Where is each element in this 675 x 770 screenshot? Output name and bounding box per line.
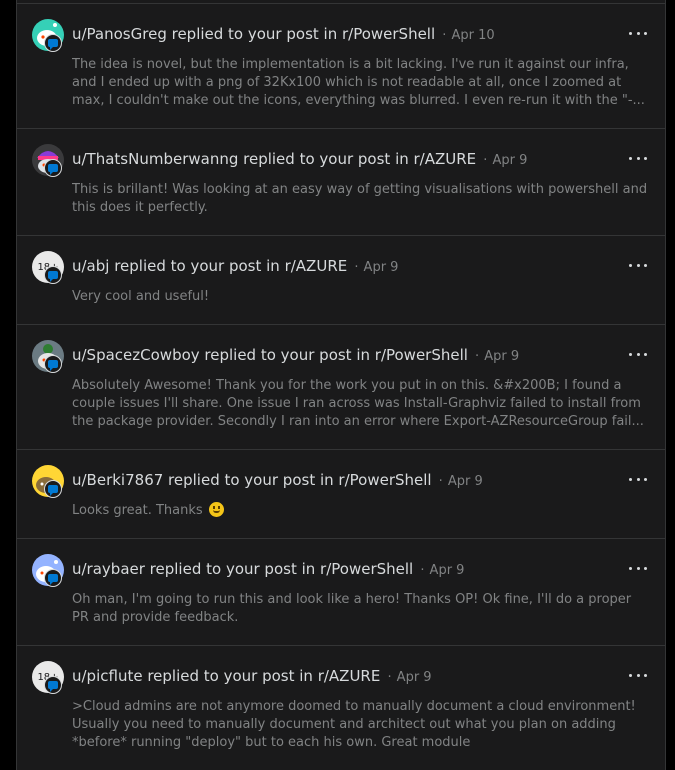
avatar[interactable]: 18+ (32, 661, 66, 695)
notification-body-text: Looks great. Thanks (72, 503, 203, 518)
separator-dot: · (442, 28, 447, 43)
notifications-panel: u/PanosGreg replied to your post in r/Po… (16, 0, 666, 770)
more-options-icon[interactable] (629, 561, 647, 575)
avatar[interactable] (32, 554, 66, 588)
notification-body[interactable]: >Cloud admins are not anymore doomed to … (72, 698, 652, 752)
notification-header: u/picflute replied to your post in r/AZU… (72, 666, 432, 685)
chat-reply-icon (44, 34, 62, 52)
notification-item[interactable]: u/Berki7867 replied to your post in r/Po… (17, 450, 665, 539)
notification-date: Apr 9 (396, 670, 432, 685)
notification-header: u/PanosGreg replied to your post in r/Po… (72, 24, 495, 43)
notification-title[interactable]: u/abj replied to your post in r/AZURE (72, 257, 347, 275)
slightly-smiling-face-icon (208, 502, 224, 517)
separator-dot: · (387, 670, 392, 685)
notification-body[interactable]: This is brillant! Was looking at an easy… (72, 181, 652, 217)
more-options-icon[interactable] (629, 151, 647, 165)
notification-title[interactable]: u/raybaer replied to your post in r/Powe… (72, 560, 413, 578)
notification-header: u/Berki7867 replied to your post in r/Po… (72, 470, 483, 489)
notification-header: u/abj replied to your post in r/AZURE · … (72, 256, 398, 275)
notification-date: Apr 10 (451, 28, 495, 43)
notification-title[interactable]: u/Berki7867 replied to your post in r/Po… (72, 471, 432, 489)
more-options-icon[interactable] (629, 258, 647, 272)
notification-body[interactable]: Oh man, I'm going to run this and look l… (72, 591, 652, 627)
notification-item[interactable]: u/SpacezCowboy replied to your post in r… (17, 325, 665, 450)
chat-reply-icon (44, 569, 62, 587)
notification-item[interactable]: u/raybaer replied to your post in r/Powe… (17, 539, 665, 646)
more-options-icon[interactable] (629, 347, 647, 361)
chat-reply-icon (44, 676, 62, 694)
notification-title[interactable]: u/PanosGreg replied to your post in r/Po… (72, 25, 435, 43)
notification-date: Apr 9 (492, 153, 528, 168)
notification-item[interactable]: 18+ u/abj replied to your post in r/AZUR… (17, 236, 665, 325)
chat-reply-icon (44, 159, 62, 177)
notification-title[interactable]: u/ThatsNumberwanng replied to your post … (72, 150, 476, 168)
more-options-icon[interactable] (629, 668, 647, 682)
separator-dot: · (354, 260, 359, 275)
notification-date: Apr 9 (447, 474, 483, 489)
notification-date: Apr 9 (429, 563, 465, 578)
avatar[interactable] (32, 340, 66, 374)
notification-item[interactable]: u/ThatsNumberwanng replied to your post … (17, 129, 665, 236)
separator-dot: · (420, 563, 425, 578)
notification-item[interactable]: u/PanosGreg replied to your post in r/Po… (17, 4, 665, 129)
notification-title[interactable]: u/picflute replied to your post in r/AZU… (72, 667, 380, 685)
avatar[interactable] (32, 144, 66, 178)
chat-reply-icon (44, 480, 62, 498)
chat-reply-icon (44, 355, 62, 373)
notification-date: Apr 9 (363, 260, 399, 275)
notification-title[interactable]: u/SpacezCowboy replied to your post in r… (72, 346, 468, 364)
separator-dot: · (438, 474, 443, 489)
notification-date: Apr 9 (484, 349, 520, 364)
avatar[interactable]: 18+ (32, 251, 66, 285)
separator-dot: · (475, 349, 480, 364)
notification-header: u/raybaer replied to your post in r/Powe… (72, 559, 464, 578)
notification-body[interactable]: Absolutely Awesome! Thank you for the wo… (72, 377, 652, 431)
avatar[interactable] (32, 465, 66, 499)
chat-reply-icon (44, 266, 62, 284)
more-options-icon[interactable] (629, 472, 647, 486)
notification-body[interactable]: Looks great. Thanks (72, 502, 652, 520)
separator-dot: · (483, 153, 488, 168)
avatar[interactable] (32, 19, 66, 53)
notification-body[interactable]: The idea is novel, but the implementatio… (72, 56, 652, 110)
more-options-icon[interactable] (629, 26, 647, 40)
notification-item[interactable]: 18+ u/picflute replied to your post in r… (17, 646, 665, 770)
notification-header: u/SpacezCowboy replied to your post in r… (72, 345, 519, 364)
notification-body[interactable]: Very cool and useful! (72, 288, 652, 306)
notification-header: u/ThatsNumberwanng replied to your post … (72, 149, 527, 168)
